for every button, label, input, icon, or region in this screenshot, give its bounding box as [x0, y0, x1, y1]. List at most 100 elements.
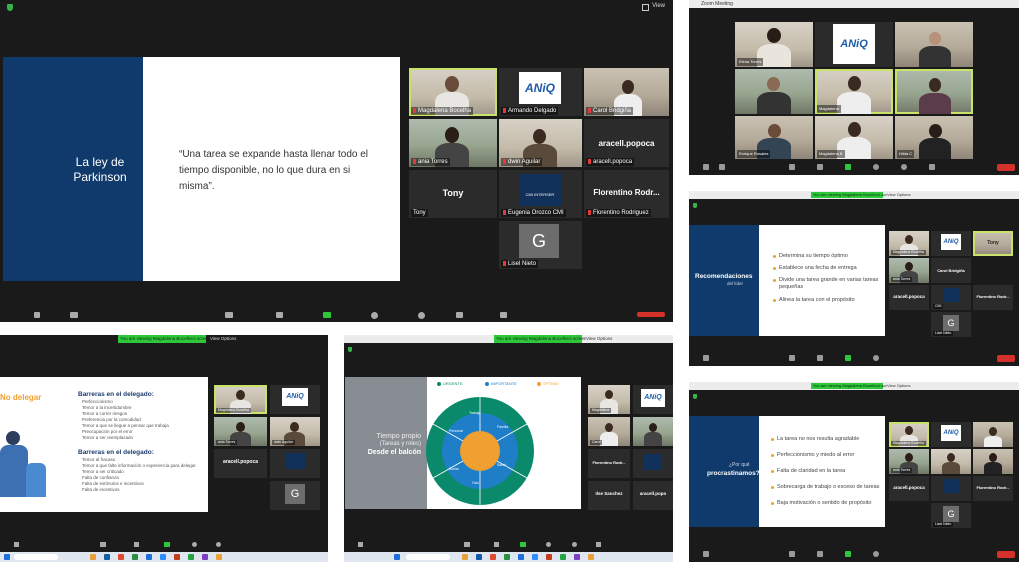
taskbar-app-icon[interactable]	[104, 554, 110, 560]
mic-icon[interactable]	[703, 551, 709, 557]
video-tile[interactable]	[931, 476, 971, 501]
video-tile[interactable]: aracell.popo	[633, 481, 673, 510]
video-tile[interactable]: Elena Torres	[735, 22, 813, 67]
taskbar-app-icon[interactable]	[588, 554, 594, 560]
taskbar-app-icon[interactable]	[118, 554, 124, 560]
chat-icon[interactable]	[494, 542, 499, 547]
video-tile[interactable]: Carol Bridgiña	[931, 258, 971, 283]
video-tile[interactable]: Magdalena Bocelha	[889, 231, 929, 256]
participants-icon[interactable]	[100, 542, 106, 547]
video-tile[interactable]: G	[270, 481, 320, 510]
taskbar-app-icon[interactable]	[160, 554, 166, 560]
video-tile[interactable]: ania Torres	[214, 417, 267, 446]
share-screen-icon[interactable]	[164, 542, 170, 547]
video-tile[interactable]: Tony	[973, 231, 1013, 256]
end-button[interactable]	[637, 312, 665, 317]
video-tile[interactable]: Magdalena Bocelha	[214, 385, 267, 414]
video-tile[interactable]: Ilse Sanchez	[588, 481, 630, 510]
reactions-icon[interactable]	[572, 542, 577, 547]
video-tile[interactable]: Carol	[588, 417, 630, 446]
view-options-button[interactable]: View Options	[586, 336, 613, 341]
record-icon[interactable]	[371, 312, 378, 319]
taskbar-app-icon[interactable]	[476, 554, 482, 560]
participants-icon[interactable]	[225, 312, 233, 318]
record-icon[interactable]	[873, 355, 879, 361]
whiteboard-icon[interactable]	[500, 312, 507, 318]
view-options-button[interactable]: View Options	[887, 383, 911, 388]
taskbar-app-icon[interactable]	[216, 554, 222, 560]
video-tile[interactable]	[633, 417, 673, 446]
reactions-icon[interactable]	[418, 312, 425, 319]
mic-icon[interactable]	[358, 542, 363, 547]
taskbar-app-icon[interactable]	[532, 554, 538, 560]
start-icon[interactable]	[394, 554, 400, 560]
record-icon[interactable]	[873, 164, 879, 170]
video-tile[interactable]: G Lisel Nieto	[499, 221, 582, 269]
video-tile[interactable]: Florentino Rodr...	[973, 476, 1013, 501]
video-tile[interactable]: G Lisel Nieto	[931, 312, 971, 337]
end-button[interactable]	[997, 164, 1015, 171]
chat-icon[interactable]	[817, 355, 823, 361]
apps-icon[interactable]	[596, 542, 601, 547]
video-tile[interactable]	[735, 69, 813, 114]
security-shield-icon[interactable]	[693, 203, 697, 208]
apps-icon[interactable]	[929, 164, 935, 170]
taskbar-app-icon[interactable]	[574, 554, 580, 560]
taskbar-app-icon[interactable]	[90, 554, 96, 560]
video-tile[interactable]: dwin Aguilar	[270, 417, 320, 446]
video-tile[interactable]	[270, 449, 320, 478]
video-tile[interactable]: ANiQ Armando Delgado	[499, 68, 582, 116]
participants-icon[interactable]	[789, 355, 795, 361]
participants-icon[interactable]	[789, 164, 795, 170]
video-tile[interactable]: CMI INTERSER Eugenia Orozco CMI	[499, 170, 582, 218]
share-screen-icon[interactable]	[845, 164, 851, 170]
video-icon[interactable]	[719, 164, 725, 170]
video-tile[interactable]: aracell.popoca aracell.popoca	[584, 119, 669, 167]
video-tile[interactable]: aracell.popoca	[214, 449, 267, 478]
taskbar-app-icon[interactable]	[146, 554, 152, 560]
security-shield-icon[interactable]	[693, 394, 697, 399]
record-icon[interactable]	[873, 551, 879, 557]
taskbar-app-icon[interactable]	[546, 554, 552, 560]
taskbar-search-input[interactable]	[406, 554, 450, 560]
video-tile[interactable]: Florentino Rodr...	[588, 449, 630, 478]
taskbar-app-icon[interactable]	[490, 554, 496, 560]
video-tile[interactable]: Magdalena Bocelha	[889, 422, 929, 447]
video-tile[interactable]: CMI	[931, 285, 971, 310]
share-screen-icon[interactable]	[520, 542, 526, 547]
video-tile[interactable]: G Lisel Nieto	[931, 503, 971, 528]
video-tile[interactable]: aracell.popoca	[889, 285, 929, 310]
video-tile[interactable]: ANiQ	[633, 385, 673, 414]
taskbar-app-icon[interactable]	[188, 554, 194, 560]
taskbar-app-icon[interactable]	[518, 554, 524, 560]
video-tile[interactable]: ania Torres	[409, 119, 497, 167]
taskbar-app-icon[interactable]	[202, 554, 208, 560]
video-tile[interactable]	[973, 449, 1013, 474]
apps-icon[interactable]	[456, 312, 463, 318]
end-button[interactable]	[997, 551, 1015, 558]
video-tile[interactable]: ania Torres	[889, 449, 929, 474]
video-tile[interactable]: Hilda C	[895, 116, 973, 159]
start-icon[interactable]	[4, 554, 10, 560]
video-tile[interactable]: ANiQ	[931, 422, 971, 447]
video-tile[interactable]: ANiQ	[815, 22, 893, 67]
share-screen-icon[interactable]	[323, 312, 331, 318]
record-icon[interactable]	[192, 542, 197, 547]
reactions-icon[interactable]	[901, 164, 907, 170]
mic-icon[interactable]	[703, 355, 709, 361]
video-tile[interactable]: Florentino Rodr... Florentino Rodriguez	[584, 170, 669, 218]
video-tile[interactable]	[633, 449, 673, 478]
taskbar-app-icon[interactable]	[132, 554, 138, 560]
video-tile[interactable]: ANiQ	[931, 231, 971, 256]
video-tile[interactable]: aracell.popoca	[889, 476, 929, 501]
view-button[interactable]: View	[652, 3, 665, 9]
video-tile[interactable]: Magdalena	[815, 69, 893, 114]
video-tile[interactable]	[931, 449, 971, 474]
share-screen-icon[interactable]	[845, 355, 851, 361]
video-tile[interactable]: Tony Tony	[409, 170, 497, 218]
record-icon[interactable]	[546, 542, 551, 547]
video-tile[interactable]	[973, 422, 1013, 447]
mic-icon[interactable]	[14, 542, 19, 547]
taskbar-app-icon[interactable]	[174, 554, 180, 560]
chat-icon[interactable]	[276, 312, 283, 318]
